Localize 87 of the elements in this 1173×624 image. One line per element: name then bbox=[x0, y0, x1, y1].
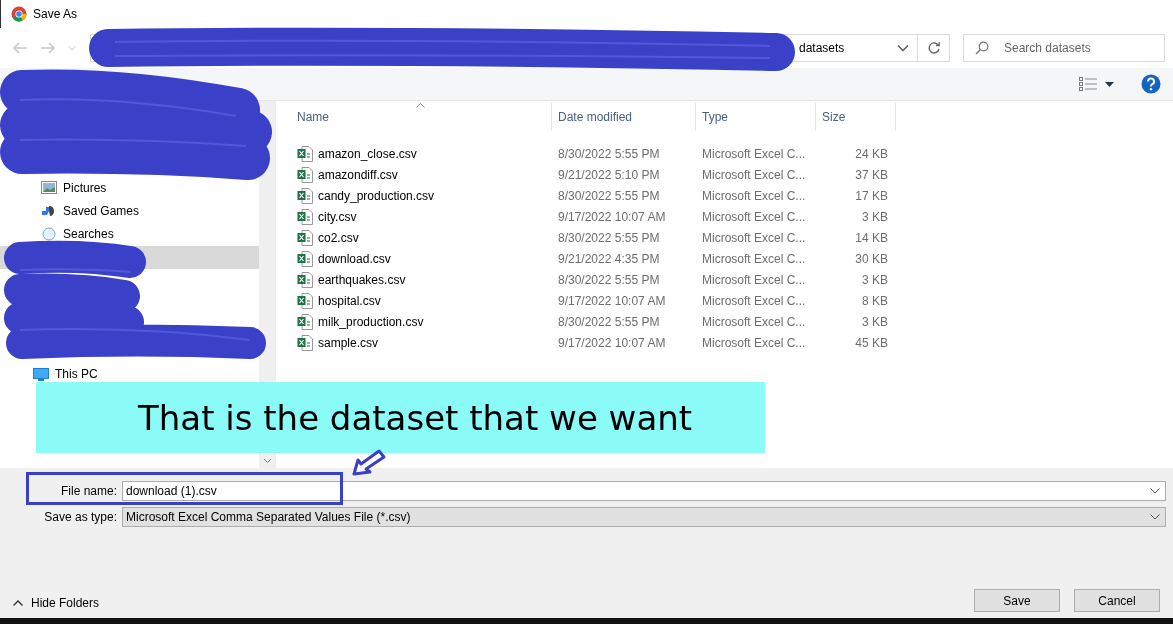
file-name[interactable]: milk_production.csv bbox=[318, 314, 424, 329]
refresh-button[interactable] bbox=[918, 34, 950, 62]
window-title: Save As bbox=[33, 7, 78, 21]
file-type: Microsoft Excel C... bbox=[701, 293, 807, 308]
file-type: Microsoft Excel C... bbox=[701, 251, 807, 266]
chevron-icon[interactable] bbox=[897, 44, 909, 52]
sort-caret-icon bbox=[416, 103, 425, 108]
circle-icon bbox=[41, 226, 57, 241]
refresh-icon bbox=[926, 41, 941, 55]
sidebar-item[interactable]: Saved Games bbox=[0, 199, 259, 222]
browser-logo-icon bbox=[11, 6, 27, 22]
search-field[interactable]: Search datasets bbox=[963, 34, 1165, 62]
file-date: 9/21/2022 4:35 PM bbox=[557, 251, 661, 266]
picture-icon bbox=[41, 180, 57, 195]
save-type-dropdown[interactable]: Microsoft Excel Comma Separated Values File (*.csv) bbox=[122, 507, 1166, 527]
file-size: 17 KB bbox=[854, 188, 889, 203]
caret-up-icon bbox=[13, 600, 23, 606]
file-type: Microsoft Excel C... bbox=[701, 230, 807, 245]
file-type: Microsoft Excel C... bbox=[701, 167, 807, 182]
spreadsheet-file-icon bbox=[297, 292, 313, 309]
game-icon bbox=[41, 203, 57, 218]
file-date: 9/17/2022 10:07 AM bbox=[557, 209, 667, 224]
cancel-button[interactable]: Cancel bbox=[1074, 589, 1160, 612]
file-type: Microsoft Excel C... bbox=[701, 146, 807, 161]
file-type: Microsoft Excel C... bbox=[701, 335, 807, 350]
file-size: 30 KB bbox=[854, 251, 889, 266]
file-date: 8/30/2022 5:55 PM bbox=[557, 272, 661, 287]
spreadsheet-file-icon bbox=[297, 145, 313, 162]
view-options-icon[interactable] bbox=[1079, 77, 1097, 91]
file-date: 8/30/2022 5:55 PM bbox=[557, 230, 661, 245]
file-name-field[interactable]: download (1).csv bbox=[122, 481, 1166, 501]
field-label: Save as type: bbox=[43, 510, 118, 524]
address-path[interactable]: datasets bbox=[799, 41, 845, 55]
sidebar-item[interactable]: Searches bbox=[0, 222, 259, 245]
file-name[interactable]: earthquakes.csv bbox=[318, 272, 406, 287]
spreadsheet-file-icon bbox=[297, 271, 313, 288]
spreadsheet-file-icon bbox=[297, 229, 313, 246]
column-header[interactable]: Type bbox=[696, 103, 816, 131]
file-size: 37 KB bbox=[854, 167, 889, 182]
file-type: Microsoft Excel C... bbox=[701, 314, 807, 329]
help-icon[interactable] bbox=[1141, 74, 1161, 94]
sidebar-item[interactable]: Pictures bbox=[0, 176, 259, 199]
file-name[interactable]: amazondiff.csv bbox=[318, 167, 398, 182]
file-date: 9/21/2022 5:10 PM bbox=[557, 167, 661, 182]
file-date: 9/17/2022 10:07 AM bbox=[557, 335, 667, 350]
file-name[interactable]: candy_production.csv bbox=[318, 188, 435, 203]
file-date: 9/17/2022 10:07 AM bbox=[557, 293, 667, 308]
file-size: 3 KB bbox=[861, 209, 889, 224]
column-header[interactable]: Name bbox=[276, 103, 552, 131]
spreadsheet-file-icon bbox=[297, 166, 313, 183]
monitor-icon bbox=[33, 367, 49, 382]
file-date: 8/30/2022 5:55 PM bbox=[557, 314, 661, 329]
file-name[interactable]: sample.csv bbox=[318, 335, 379, 350]
file-size: 24 KB bbox=[854, 146, 889, 161]
scroll-down-icon bbox=[262, 458, 272, 464]
file-type: Microsoft Excel C... bbox=[701, 209, 807, 224]
file-size: 3 KB bbox=[861, 314, 889, 329]
spreadsheet-file-icon bbox=[297, 334, 313, 351]
chevron-icon bbox=[1150, 488, 1160, 494]
file-name[interactable]: amazon_close.csv bbox=[318, 146, 417, 161]
dropdown-arrow-icon[interactable] bbox=[1105, 81, 1114, 87]
file-name[interactable]: download.csv bbox=[318, 251, 391, 266]
file-size: 8 KB bbox=[861, 293, 889, 308]
sidebar-item[interactable]: This PC bbox=[0, 368, 259, 381]
file-size: 45 KB bbox=[854, 335, 889, 350]
file-type: Microsoft Excel C... bbox=[701, 188, 807, 203]
file-name[interactable]: hospital.csv bbox=[318, 293, 381, 308]
file-name[interactable]: city.csv bbox=[318, 209, 357, 224]
file-name[interactable]: co2.csv bbox=[318, 230, 359, 245]
column-header[interactable]: Date modified bbox=[552, 103, 696, 131]
file-date: 8/30/2022 5:55 PM bbox=[557, 146, 661, 161]
file-type: Microsoft Excel C... bbox=[701, 272, 807, 287]
column-header[interactable]: Size bbox=[816, 103, 896, 131]
spreadsheet-file-icon bbox=[297, 313, 313, 330]
hide-folders-button[interactable]: Hide Folders bbox=[0, 596, 100, 612]
spreadsheet-file-icon bbox=[297, 208, 313, 225]
spreadsheet-file-icon bbox=[297, 187, 313, 204]
chevron-icon bbox=[1150, 514, 1160, 520]
file-size: 14 KB bbox=[854, 230, 889, 245]
save-button[interactable]: Save bbox=[974, 589, 1060, 612]
field-label: File name: bbox=[59, 484, 118, 498]
spreadsheet-file-icon bbox=[297, 250, 313, 267]
file-size: 3 KB bbox=[861, 272, 889, 287]
annotation-callout: That is the dataset that we want bbox=[36, 382, 765, 453]
address-bar[interactable]: datasets bbox=[90, 34, 918, 62]
search-icon bbox=[975, 41, 989, 55]
file-date: 8/30/2022 5:55 PM bbox=[557, 188, 661, 203]
